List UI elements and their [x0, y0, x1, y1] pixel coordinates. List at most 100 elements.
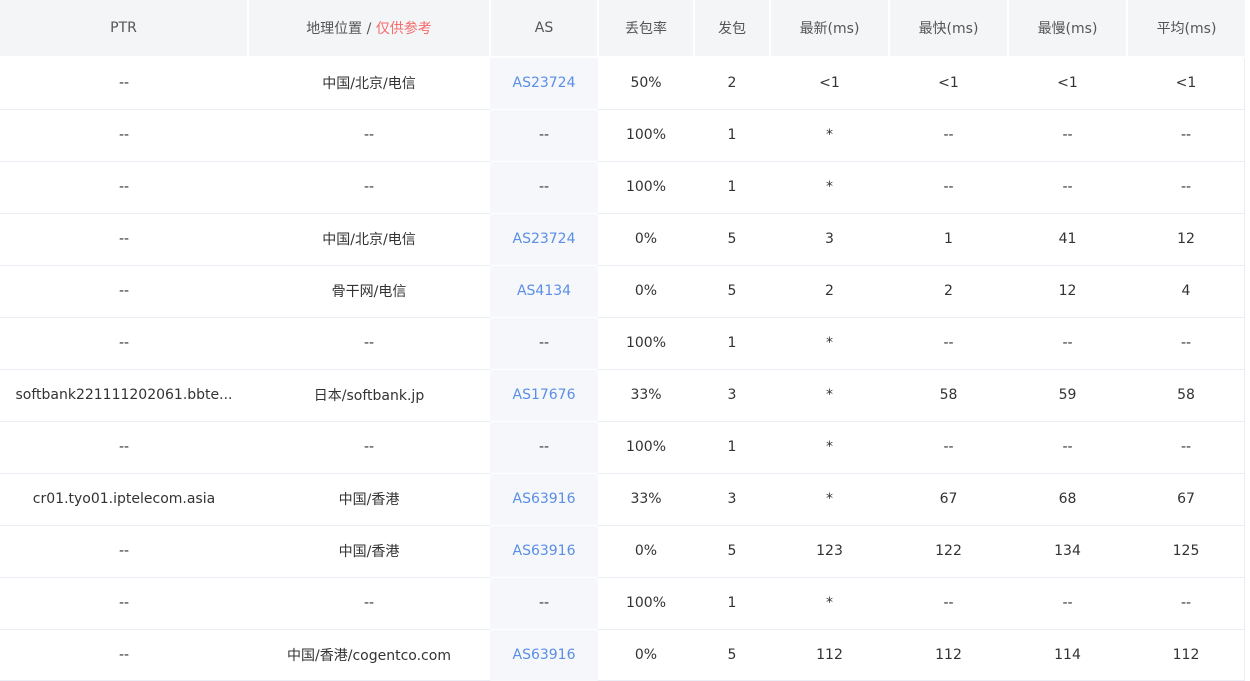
geo-cell: 中国/北京/电信	[248, 213, 490, 266]
table-row: -- 骨干网/电信 AS4134 0% 5 2 2 12 4	[0, 265, 1245, 318]
sent-cell: 5	[727, 647, 737, 664]
traceroute-results-table: PTR 地理位置 / 仅供参考 AS 丢包率 发包 最新(ms) 最快(ms) …	[0, 0, 1245, 681]
sent-cell: 1	[694, 317, 770, 370]
best-cell: --	[889, 161, 1008, 214]
worst-cell: 134	[1008, 525, 1127, 578]
best-cell: 1	[889, 213, 1008, 266]
avg-cell: 58	[1127, 369, 1245, 422]
last-cell: *	[770, 369, 889, 422]
sent-cell: 5	[694, 213, 770, 266]
header-avg: 平均(ms)	[1127, 0, 1245, 58]
header-row: PTR 地理位置 / 仅供参考 AS 丢包率 发包 最新(ms) 最快(ms) …	[0, 0, 1245, 58]
loss-cell: 100%	[598, 161, 694, 214]
ptr-cell: --	[118, 647, 130, 664]
worst-cell: --	[1008, 109, 1127, 162]
table-row: -- 中国/香港/cogentco.com AS63916 0% 5 112 112 114 1…	[0, 629, 1245, 681]
as-link[interactable]: AS63916	[490, 525, 598, 578]
table-header: PTR 地理位置 / 仅供参考 AS 丢包率 发包 最新(ms) 最快(ms) …	[0, 0, 1245, 58]
sent-cell: 1	[694, 577, 770, 630]
geo-cell: --	[248, 421, 490, 474]
header-geo-separator: /	[362, 21, 376, 37]
best-cell: --	[889, 109, 1008, 162]
avg-cell: 67	[1127, 473, 1245, 526]
worst-cell: <1	[1008, 57, 1127, 110]
as-cell: --	[490, 109, 598, 162]
last-cell: *	[770, 473, 889, 526]
last-cell: 112	[816, 647, 843, 664]
ptr-cell: --	[0, 57, 248, 110]
last-cell: *	[770, 317, 889, 370]
as-cell: --	[490, 421, 598, 474]
avg-cell: --	[1127, 109, 1245, 162]
table-row: -- -- -- 100% 1 * -- -- --	[0, 317, 1245, 370]
table-row: -- -- -- 100% 1 * -- -- --	[0, 577, 1245, 630]
worst-cell: 114	[1054, 647, 1081, 664]
as-link[interactable]: AS17676	[490, 369, 598, 422]
loss-cell: 33%	[598, 473, 694, 526]
header-geo-label: 地理位置	[306, 21, 363, 37]
best-cell: 112	[935, 647, 962, 664]
table-row: softbank221111202061.bbte... 日本/softbank.…	[0, 369, 1245, 422]
best-cell: 67	[889, 473, 1008, 526]
table-row: -- 中国/香港 AS63916 0% 5 123 122 134 125	[0, 525, 1245, 578]
best-cell: 58	[889, 369, 1008, 422]
worst-cell: 59	[1008, 369, 1127, 422]
avg-cell: 112	[1172, 647, 1200, 664]
as-link[interactable]: AS63916	[490, 473, 598, 526]
loss-cell: 33%	[598, 369, 694, 422]
loss-cell: 0%	[634, 647, 658, 664]
ptr-cell: --	[0, 577, 248, 630]
last-cell: *	[770, 421, 889, 474]
geo-cell: 中国/北京/电信	[248, 57, 490, 110]
worst-cell: --	[1008, 161, 1127, 214]
worst-cell: 68	[1008, 473, 1127, 526]
table-row: cr01.tyo01.iptelecom.asia 中国/香港 AS63916 33%…	[0, 473, 1245, 526]
table-row: -- -- -- 100% 1 * -- -- --	[0, 109, 1245, 162]
ptr-cell: --	[0, 161, 248, 214]
sent-cell: 1	[694, 109, 770, 162]
table-row: -- 中国/北京/电信 AS23724 50% 2 <1 <1 <1 <1	[0, 57, 1245, 110]
ptr-cell: --	[0, 265, 248, 318]
sent-cell: 1	[694, 421, 770, 474]
sent-cell: 3	[694, 369, 770, 422]
avg-cell: --	[1127, 161, 1245, 214]
worst-cell: --	[1008, 421, 1127, 474]
as-link[interactable]: AS23724	[490, 213, 598, 266]
best-cell: 122	[889, 525, 1008, 578]
as-link[interactable]: AS63916	[490, 629, 598, 681]
as-link[interactable]: AS4134	[490, 265, 598, 318]
last-cell: <1	[770, 57, 889, 110]
header-geo-reference-note: 仅供参考	[375, 21, 432, 37]
header-sent: 发包	[694, 0, 771, 58]
loss-cell: 0%	[598, 525, 694, 578]
ptr-cell: softbank221111202061.bbte...	[0, 369, 248, 422]
avg-cell: --	[1127, 577, 1245, 630]
geo-cell: --	[248, 161, 490, 214]
table-row: -- 中国/北京/电信 AS23724 0% 5 3 1 41 12	[0, 213, 1245, 266]
geo-cell: 骨干网/电信	[248, 265, 490, 318]
header-ptr: PTR	[0, 0, 249, 58]
avg-cell: 125	[1127, 525, 1245, 578]
best-cell: 2	[889, 265, 1008, 318]
ptr-cell: --	[0, 525, 248, 578]
loss-cell: 50%	[598, 57, 694, 110]
worst-cell: 41	[1008, 213, 1127, 266]
geo-cell: 中国/香港	[248, 473, 490, 526]
table-body: -- 中国/北京/电信 AS23724 50% 2 <1 <1 <1 <1 -- -- -- 100% 1…	[0, 57, 1245, 681]
geo-cell: --	[248, 577, 490, 630]
sent-cell: 1	[694, 161, 770, 214]
avg-cell: --	[1127, 317, 1245, 370]
avg-cell: 12	[1127, 213, 1245, 266]
ptr-cell: cr01.tyo01.iptelecom.asia	[0, 473, 248, 526]
best-cell: --	[889, 421, 1008, 474]
header-worst: 最慢(ms)	[1008, 0, 1128, 58]
header-best: 最快(ms)	[889, 0, 1009, 58]
loss-cell: 100%	[598, 317, 694, 370]
as-cell: --	[490, 161, 598, 214]
geo-cell: --	[248, 317, 490, 370]
ptr-cell: --	[0, 317, 248, 370]
as-link[interactable]: AS23724	[490, 57, 598, 110]
last-cell: *	[770, 109, 889, 162]
ptr-cell: --	[0, 421, 248, 474]
worst-cell: 12	[1008, 265, 1127, 318]
